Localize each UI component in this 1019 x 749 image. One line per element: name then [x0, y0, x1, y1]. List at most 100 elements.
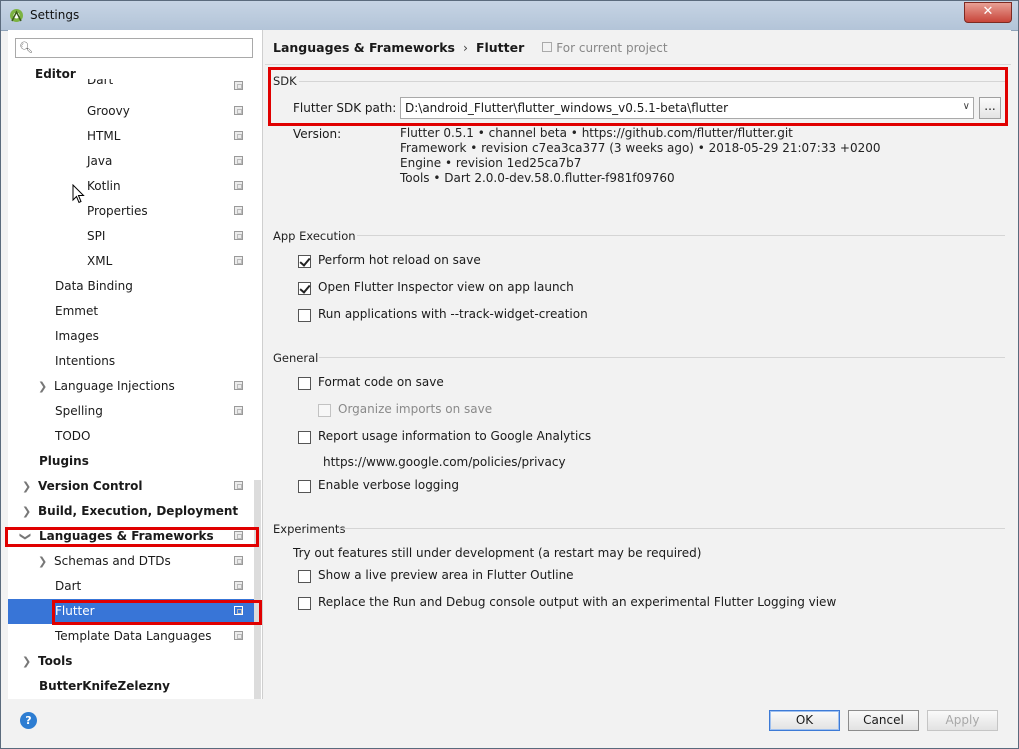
chevron-down-icon[interactable]: ❯	[13, 532, 38, 541]
chevron-right-icon[interactable]: ❯	[38, 374, 47, 399]
sidebar-scrollbar[interactable]	[254, 480, 261, 699]
project-scope-icon	[234, 556, 243, 565]
sdk-path-combo[interactable]: D:\android_Flutter\flutter_windows_v0.5.…	[400, 97, 974, 119]
cancel-button[interactable]: Cancel	[848, 710, 919, 731]
project-scope-icon	[234, 106, 243, 115]
sidebar-item-label: Template Data Languages	[55, 629, 212, 643]
verbose-logging-checkbox[interactable]	[298, 480, 311, 493]
sidebar-item-spi[interactable]: SPI	[8, 224, 261, 249]
sidebar-item-emmet[interactable]: Emmet	[8, 299, 261, 324]
mouse-cursor-icon	[72, 184, 85, 204]
experiments-divider	[339, 528, 1005, 529]
breadcrumb: Languages & Frameworks › Flutter For curren…	[273, 40, 668, 55]
app-execution-section-title: App Execution	[273, 229, 356, 243]
format-on-save-checkbox[interactable]	[298, 377, 311, 390]
sdk-section-divider	[299, 81, 1005, 82]
sidebar-item-language-injections[interactable]: ❯ Language Injections	[8, 374, 261, 399]
sidebar-item-properties[interactable]: Properties	[8, 199, 261, 224]
experiments-description: Try out features still under development…	[293, 546, 702, 560]
breadcrumb-separator: ›	[462, 40, 468, 55]
sidebar-item-label: Languages & Frameworks	[39, 529, 214, 543]
help-icon[interactable]: ?	[20, 712, 37, 729]
logging-view-checkbox[interactable]	[298, 597, 311, 610]
open-inspector-checkbox[interactable]	[298, 282, 311, 295]
chevron-right-icon[interactable]: ❯	[22, 649, 31, 674]
hot-reload-label: Perform hot reload on save	[318, 253, 481, 267]
search-input[interactable]	[34, 39, 253, 59]
sidebar-item-label: TODO	[55, 429, 91, 443]
sidebar-item-label: Plugins	[39, 454, 89, 468]
track-widget-creation-label: Run applications with --track-widget-cre…	[318, 307, 588, 321]
sidebar-item-flutter[interactable]: Flutter	[8, 599, 261, 624]
sidebar-item-butterknifezelezny[interactable]: ButterKnifeZelezny	[8, 674, 261, 699]
sidebar-item-version-control[interactable]: ❯ Version Control	[8, 474, 261, 499]
version-line: Framework • revision c7ea3ca377 (3 weeks…	[400, 141, 881, 155]
apply-button[interactable]: Apply	[927, 710, 998, 731]
sidebar-item-dart-editor[interactable]: Dart	[8, 79, 261, 93]
sidebar-item-todo[interactable]: TODO	[8, 424, 261, 449]
version-line: Tools • Dart 2.0.0-dev.58.0.flutter-f981…	[400, 171, 675, 185]
sdk-path-value: D:\android_Flutter\flutter_windows_v0.5.…	[405, 101, 729, 115]
ok-button[interactable]: OK	[769, 710, 840, 731]
sidebar-item-images[interactable]: Images	[8, 324, 261, 349]
project-scope-icon	[234, 131, 243, 140]
breadcrumb-current: Flutter	[475, 40, 525, 55]
app-execution-divider	[357, 235, 1005, 236]
live-preview-checkbox[interactable]	[298, 570, 311, 583]
sidebar-item-label: Properties	[87, 204, 148, 218]
project-scope-icon	[234, 206, 243, 215]
sidebar-item-label: Language Injections	[54, 379, 175, 393]
header-divider	[265, 64, 1011, 65]
chevron-right-icon[interactable]: ❯	[38, 549, 47, 574]
sidebar-item-label: Dart	[55, 579, 82, 593]
search-field[interactable]: 🔍︎	[15, 38, 253, 59]
track-widget-creation-checkbox[interactable]	[298, 309, 311, 322]
report-usage-label: Report usage information to Google Analy…	[318, 429, 592, 443]
chevron-right-icon[interactable]: ❯	[22, 474, 31, 499]
report-usage-checkbox[interactable]	[298, 431, 311, 444]
sidebar-item-plugins[interactable]: Plugins	[8, 449, 261, 474]
browse-button[interactable]: ...	[979, 97, 1001, 119]
sidebar-item-languages-frameworks[interactable]: ❯ Languages & Frameworks	[8, 524, 261, 549]
project-scope-icon	[234, 481, 243, 490]
hot-reload-checkbox[interactable]	[298, 255, 311, 268]
sidebar-item-groovy[interactable]: Groovy	[8, 99, 261, 124]
sidebar-item-label: Tools	[38, 654, 73, 668]
sidebar-item-kotlin[interactable]: Kotlin	[8, 174, 261, 199]
open-inspector-label: Open Flutter Inspector view on app launc…	[318, 280, 574, 294]
sidebar-item-schemas-dtds[interactable]: ❯ Schemas and DTDs	[8, 549, 261, 574]
sidebar-item-template-data-languages[interactable]: Template Data Languages	[8, 624, 261, 649]
sidebar-item-intentions[interactable]: Intentions	[8, 349, 261, 374]
sidebar-item-tools[interactable]: ❯ Tools	[8, 649, 261, 674]
sidebar-item-xml[interactable]: XML	[8, 249, 261, 274]
sidebar-item-label: Build, Execution, Deployment	[38, 504, 239, 518]
sidebar-item-data-binding[interactable]: Data Binding	[8, 274, 261, 299]
sidebar-item-label: Dart	[87, 79, 114, 87]
breadcrumb-parent[interactable]: Languages & Frameworks	[273, 40, 455, 55]
scope-label: For current project	[556, 41, 668, 55]
sidebar-item-spelling[interactable]: Spelling	[8, 399, 261, 424]
sidebar-item-dart[interactable]: Dart	[8, 574, 261, 599]
project-scope-icon	[234, 81, 243, 90]
organize-imports-checkbox	[318, 404, 331, 417]
general-section-title: General	[273, 351, 319, 365]
project-scope-icon	[234, 406, 243, 415]
android-studio-icon	[10, 9, 23, 22]
sidebar-item-label: Java	[87, 154, 113, 168]
close-button[interactable]: ✕	[964, 2, 1012, 23]
format-on-save-label: Format code on save	[318, 375, 444, 389]
sidebar-item-html[interactable]: HTML	[8, 124, 261, 149]
chevron-down-icon[interactable]: ∨	[963, 101, 970, 112]
live-preview-label: Show a live preview area in Flutter Outl…	[318, 568, 574, 582]
sidebar-item-label: XML	[87, 254, 113, 268]
sidebar-item-label: Images	[55, 329, 99, 343]
sidebar-item-label: Kotlin	[87, 179, 121, 193]
sidebar-item-build-execution-deployment[interactable]: ❯ Build, Execution, Deployment	[8, 499, 261, 524]
privacy-link[interactable]: https://www.google.com/policies/privacy	[323, 455, 566, 469]
sidebar-item-label: HTML	[87, 129, 121, 143]
project-scope-icon	[234, 581, 243, 590]
project-scope-icon	[234, 156, 243, 165]
sidebar-item-label: Intentions	[55, 354, 116, 368]
chevron-right-icon[interactable]: ❯	[22, 499, 31, 524]
sidebar-item-java[interactable]: Java	[8, 149, 261, 174]
